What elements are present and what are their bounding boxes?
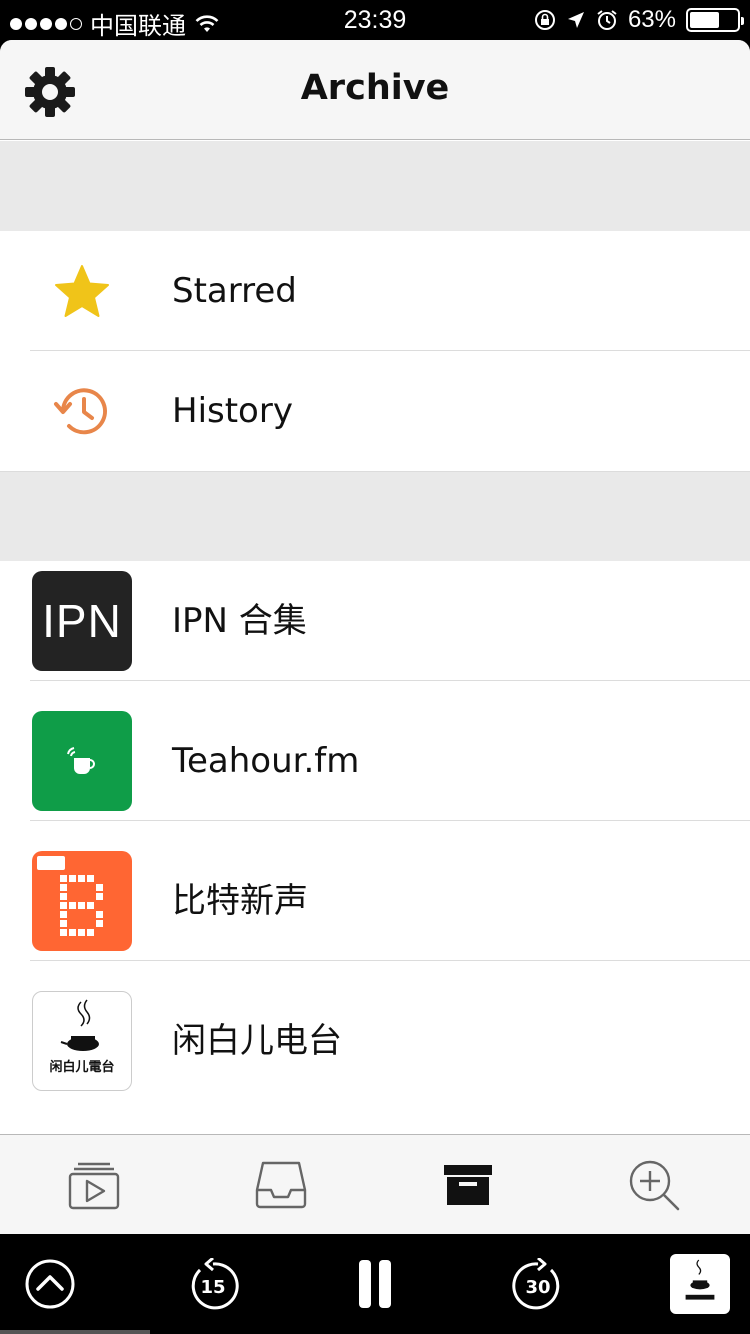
podcast-row-ipn[interactable]: IPN IPN 合集 [0,561,750,681]
divider [30,680,750,681]
archive-box-icon [444,1165,492,1205]
tea-cup-icon [67,747,95,774]
player-bar: 15 30 [0,1234,750,1334]
now-playing-artwork[interactable] [670,1254,730,1314]
tab-bar [0,1134,750,1234]
archive-item-label: Starred [172,271,297,311]
archive-item-starred[interactable]: Starred [0,231,750,351]
tab-inbox[interactable] [251,1157,311,1213]
coffee-pot-illustration [685,1259,715,1300]
history-icon [54,388,107,435]
tab-now-playing[interactable] [64,1157,124,1213]
podcast-row-teahour[interactable]: Teahour.fm [0,701,750,821]
divider [30,820,750,821]
chevron-up-circle-icon [25,1259,75,1309]
podcast-title: 比特新声 [172,881,308,921]
battery-level [690,12,719,28]
podcast-title: Teahour.fm [172,741,360,781]
skip-forward-button[interactable]: 30 [511,1258,565,1310]
section-spacer [0,471,750,561]
skip-back-seconds: 15 [200,1276,226,1298]
pause-button[interactable] [349,1258,401,1310]
podcast-title: 闲白儿电台 [172,1021,342,1061]
tab-archive[interactable] [438,1157,498,1213]
status-bar: 中国联通 23:39 63% [0,0,750,40]
battery-icon [686,8,744,32]
alarm-icon [597,10,617,30]
divider [30,960,750,961]
tab-search[interactable] [624,1157,684,1213]
status-right: 63% [534,6,744,34]
skip-forward-seconds: 30 [525,1276,551,1298]
podcast-row-chatradio[interactable]: 闲白儿電台 闲白儿电台 [0,981,750,1101]
search-add-icon [629,1160,680,1211]
battery-percent: 63% [627,6,676,33]
pixel-b-logo [60,875,103,936]
orientation-lock-icon [534,10,555,30]
playback-progress-fill [0,1330,150,1334]
expand-player-button[interactable] [24,1258,76,1310]
star-icon [55,265,109,317]
artwork-logo-text: 闲白儿電台 [49,1060,115,1075]
artwork-logo-text: IPN [42,595,122,647]
podcast-title: IPN 合集 [172,601,307,641]
play-queue-icon [68,1162,120,1210]
archive-item-label: History [172,391,293,431]
podcast-artwork: B [32,851,132,951]
podcast-artwork [32,711,132,811]
section-spacer [0,141,750,231]
coffee-pot-illustration [60,999,99,1051]
location-arrow-icon [567,12,584,28]
navigation-bar: Archive [0,40,750,140]
archive-screen: Archive Starred History IPN IPN 合集 Teaho… [0,40,750,1234]
podcast-row-bitnewsound[interactable]: B 比特新声 [0,841,750,961]
archive-item-history[interactable]: History [0,351,750,471]
podcast-artwork: 闲白儿電台 [32,991,132,1091]
page-title: Archive [300,68,450,108]
podcast-artwork: IPN [32,571,132,671]
pause-icon [359,1260,391,1308]
inbox-icon [255,1161,307,1209]
skip-back-button[interactable]: 15 [186,1258,240,1310]
playback-progress [0,1330,750,1334]
